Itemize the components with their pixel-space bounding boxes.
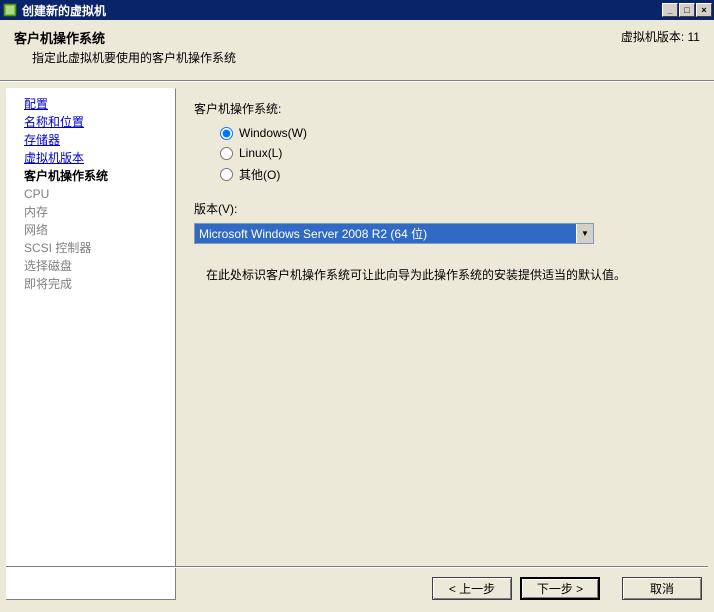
radio-windows-input[interactable] — [220, 127, 233, 140]
vm-version-label: 虚拟机版本: 11 — [621, 28, 700, 66]
version-label: 版本(V): — [194, 200, 696, 217]
next-button[interactable]: 下一步 > — [520, 577, 600, 600]
titlebar: 创建新的虚拟机 _ □ × — [0, 0, 714, 20]
sidebar-item-vm-version[interactable]: 虚拟机版本 — [6, 149, 175, 167]
guest-os-label: 客户机操作系统: — [194, 100, 696, 117]
page-subtitle: 指定此虚拟机要使用的客户机操作系统 — [14, 49, 236, 66]
close-button[interactable]: × — [696, 3, 712, 17]
radio-other[interactable]: 其他(O) — [220, 163, 696, 186]
radio-other-label: 其他(O) — [239, 166, 280, 183]
sidebar-item-scsi: SCSI 控制器 — [6, 239, 175, 257]
cancel-button[interactable]: 取消 — [622, 577, 702, 600]
sidebar-item-name-location[interactable]: 名称和位置 — [6, 113, 175, 131]
radio-linux-label: Linux(L) — [239, 146, 282, 160]
sidebar-item-config[interactable]: 配置 — [6, 95, 175, 113]
app-icon — [2, 2, 18, 18]
sidebar-item-select-disk: 选择磁盘 — [6, 257, 175, 275]
wizard-steps-sidebar: 配置 名称和位置 存储器 虚拟机版本 客户机操作系统 CPU 内存 网络 SCS… — [6, 88, 176, 600]
maximize-button[interactable]: □ — [679, 3, 695, 17]
divider — [6, 566, 708, 568]
main-panel: 客户机操作系统: Windows(W) Linux(L) 其他(O) 版本(V)… — [176, 82, 714, 606]
sidebar-item-memory: 内存 — [6, 203, 175, 221]
radio-other-input[interactable] — [220, 168, 233, 181]
sidebar-item-ready: 即将完成 — [6, 275, 175, 293]
radio-linux-input[interactable] — [220, 147, 233, 160]
page-title: 客户机操作系统 — [14, 28, 236, 47]
sidebar-item-guest-os: 客户机操作系统 — [6, 167, 175, 185]
radio-windows-label: Windows(W) — [239, 126, 307, 140]
back-button[interactable]: < 上一步 — [432, 577, 512, 600]
sidebar-item-storage[interactable]: 存储器 — [6, 131, 175, 149]
version-selected-value: Microsoft Windows Server 2008 R2 (64 位) — [195, 224, 576, 243]
version-select[interactable]: Microsoft Windows Server 2008 R2 (64 位) … — [194, 223, 594, 244]
sidebar-item-network: 网络 — [6, 221, 175, 239]
os-radio-group: Windows(W) Linux(L) 其他(O) — [220, 123, 696, 186]
radio-linux[interactable]: Linux(L) — [220, 143, 696, 163]
window-title: 创建新的虚拟机 — [22, 2, 661, 19]
hint-text: 在此处标识客户机操作系统可让此向导为此操作系统的安装提供适当的默认值。 — [194, 266, 696, 283]
radio-windows[interactable]: Windows(W) — [220, 123, 696, 143]
wizard-buttons: < 上一步 下一步 > 取消 — [432, 577, 702, 600]
chevron-down-icon[interactable]: ▼ — [576, 224, 593, 243]
sidebar-item-cpu: CPU — [6, 185, 175, 203]
minimize-button[interactable]: _ — [662, 3, 678, 17]
wizard-header: 客户机操作系统 指定此虚拟机要使用的客户机操作系统 虚拟机版本: 11 — [0, 20, 714, 81]
